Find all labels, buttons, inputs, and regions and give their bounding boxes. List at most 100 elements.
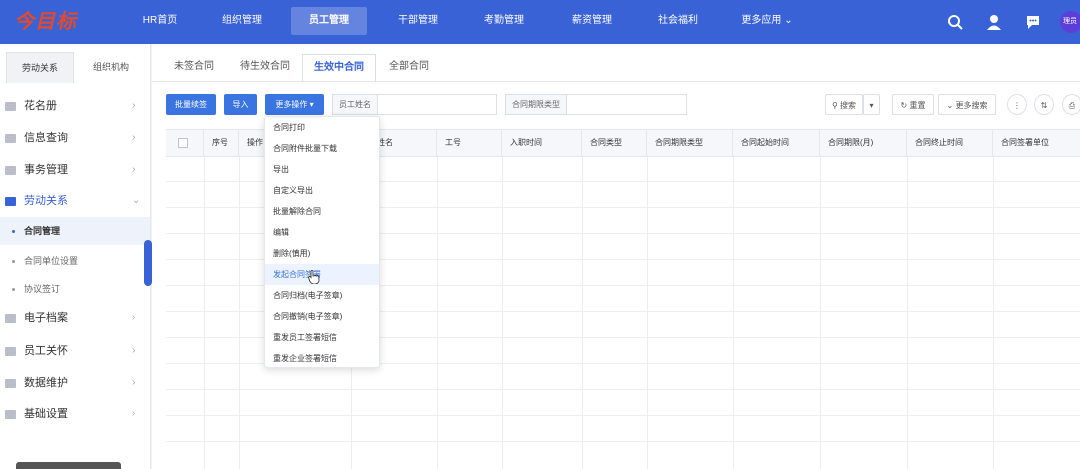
tab-unsigned-contracts[interactable]: 未签合同 bbox=[164, 54, 224, 80]
more-actions-menu: 合同打印 合同附件批量下载 导出 自定义导出 批量解除合同 编辑 删除(慎用) … bbox=[264, 116, 380, 368]
nav-org-management[interactable]: 组织管理 bbox=[210, 7, 274, 35]
column-header-hire-date: 入职时间 bbox=[502, 130, 582, 156]
batch-renew-button[interactable]: 批量续签 bbox=[166, 94, 216, 115]
more-search-button[interactable]: ⌄ 更多搜索 bbox=[938, 94, 996, 115]
tab-pending-contracts[interactable]: 待生效合同 bbox=[230, 54, 300, 80]
sidebar-subitem-contract-unit-settings[interactable]: 合同单位设置 bbox=[0, 247, 150, 275]
brand-logo[interactable]: 今目标 bbox=[14, 8, 88, 34]
import-button[interactable]: 导入 bbox=[224, 94, 257, 115]
info-query-icon bbox=[5, 134, 16, 143]
sidebar-collapse-handle[interactable] bbox=[144, 240, 152, 286]
sidebar-item-affairs[interactable]: 事务管理 › bbox=[0, 157, 150, 183]
contract-term-type-field[interactable]: 合同期限类型 bbox=[505, 94, 687, 115]
menu-item-batch-download-attachments[interactable]: 合同附件批量下载 bbox=[265, 138, 379, 159]
menu-item-resend-employee-sms[interactable]: 重发员工签署短信 bbox=[265, 327, 379, 348]
user-avatar[interactable]: 理员 bbox=[1060, 11, 1080, 33]
bullet-icon bbox=[12, 288, 15, 291]
menu-item-delete[interactable]: 删除(慎用) bbox=[265, 243, 379, 264]
chevron-right-icon: › bbox=[132, 377, 136, 388]
column-header-contract-start: 合同起始时间 bbox=[733, 130, 820, 156]
nav-more-apps[interactable]: 更多应用 ⌄ bbox=[734, 7, 800, 35]
menu-item-initiate-signing[interactable]: 发起合同签署 bbox=[265, 264, 379, 285]
hand-cursor-icon bbox=[308, 270, 320, 284]
affairs-icon bbox=[5, 166, 16, 175]
grid-line bbox=[907, 155, 908, 469]
grid-line bbox=[239, 155, 240, 469]
menu-item-resend-company-sms[interactable]: 重发企业签署短信 bbox=[265, 348, 379, 369]
sidebar-item-roster[interactable]: 花名册 › bbox=[0, 93, 150, 119]
sidebar-tab-org-structure[interactable]: 组织机构 bbox=[78, 52, 144, 82]
select-all-checkbox[interactable] bbox=[178, 138, 188, 148]
caret-down-icon: ▾ bbox=[869, 101, 874, 110]
search-button[interactable]: ⚲ 搜索 bbox=[825, 94, 863, 115]
nav-salary-management[interactable]: 薪资管理 bbox=[560, 7, 624, 35]
tab-all-contracts[interactable]: 全部合同 bbox=[378, 54, 440, 80]
nav-cadre-management[interactable]: 干部管理 bbox=[386, 7, 450, 35]
column-header-contract-term-months: 合同期限(月) bbox=[820, 130, 907, 156]
refresh-icon: ↻ bbox=[900, 101, 908, 110]
contract-term-type-label: 合同期限类型 bbox=[506, 95, 567, 114]
table-row bbox=[166, 389, 1080, 390]
nav-attendance-management[interactable]: 考勤管理 bbox=[472, 7, 536, 35]
user-icon[interactable] bbox=[985, 13, 1003, 31]
sidebar-item-basic-settings[interactable]: 基础设置 › bbox=[0, 401, 150, 427]
bullet-icon bbox=[12, 230, 15, 233]
menu-item-export[interactable]: 导出 bbox=[265, 159, 379, 180]
sidebar-subitem-contract-management[interactable]: 合同管理 bbox=[0, 217, 150, 245]
sidebar-item-label: 数据维护 bbox=[24, 377, 68, 389]
sidebar-item-label: 事务管理 bbox=[24, 164, 68, 176]
menu-item-custom-export[interactable]: 自定义导出 bbox=[265, 180, 379, 201]
column-header-contract-term-type: 合同期限类型 bbox=[647, 130, 733, 156]
column-header-employee-id: 工号 bbox=[437, 130, 502, 156]
e-archive-icon bbox=[5, 314, 16, 323]
menu-item-archive-e-seal[interactable]: 合同归档(电子签章) bbox=[265, 285, 379, 306]
chat-icon[interactable] bbox=[1024, 13, 1042, 31]
grid-line bbox=[733, 155, 734, 469]
chevron-right-icon: › bbox=[132, 132, 136, 143]
grid-view-icon[interactable]: ⋮ bbox=[1007, 94, 1027, 115]
print-icon[interactable]: ⎙ bbox=[1062, 94, 1080, 115]
sidebar-item-employee-care[interactable]: 员工关怀 › bbox=[0, 338, 150, 364]
nav-social-welfare[interactable]: 社会福利 bbox=[646, 7, 710, 35]
sidebar-scrollbar[interactable] bbox=[16, 462, 121, 469]
sidebar: 劳动关系 组织机构 花名册 › 信息查询 › 事务管理 › 劳动关系 ⌄ 合同管… bbox=[0, 44, 151, 469]
sidebar-subitem-label: 合同单位设置 bbox=[24, 256, 79, 266]
sidebar-tab-labor-relations[interactable]: 劳动关系 bbox=[6, 52, 74, 83]
column-header-contract-end: 合同终止时间 bbox=[907, 130, 993, 156]
more-actions-label: 更多操作 bbox=[275, 100, 308, 109]
tab-divider bbox=[152, 81, 1080, 82]
employee-name-label: 员工姓名 bbox=[333, 95, 378, 114]
menu-item-batch-terminate[interactable]: 批量解除合同 bbox=[265, 201, 379, 222]
table-row bbox=[166, 441, 1080, 442]
sidebar-item-label: 电子档案 bbox=[24, 312, 68, 324]
sidebar-item-labor-relations[interactable]: 劳动关系 ⌄ bbox=[0, 188, 150, 214]
reset-button[interactable]: ↻ 重置 bbox=[892, 94, 934, 115]
sidebar-item-e-archive[interactable]: 电子档案 › bbox=[0, 305, 150, 331]
menu-item-print-contract[interactable]: 合同打印 bbox=[265, 117, 379, 138]
chevron-right-icon: › bbox=[132, 164, 136, 175]
column-settings-icon[interactable]: ⇅ bbox=[1034, 94, 1054, 115]
top-navbar: 今目标 HR首页 组织管理 员工管理 干部管理 考勤管理 薪资管理 社会福利 更… bbox=[0, 0, 1080, 44]
grid-line bbox=[582, 155, 583, 469]
menu-item-edit[interactable]: 编辑 bbox=[265, 222, 379, 243]
labor-relations-icon bbox=[5, 197, 16, 206]
nav-employee-management[interactable]: 员工管理 bbox=[291, 7, 367, 35]
nav-hr-home[interactable]: HR首页 bbox=[128, 7, 192, 35]
search-icon[interactable] bbox=[946, 13, 964, 31]
sidebar-item-label: 劳动关系 bbox=[24, 195, 68, 207]
more-search-label: 更多搜索 bbox=[955, 101, 988, 110]
sidebar-item-info-query[interactable]: 信息查询 › bbox=[0, 125, 150, 151]
menu-item-revoke-e-seal[interactable]: 合同撤销(电子签章) bbox=[265, 306, 379, 327]
sidebar-item-label: 信息查询 bbox=[24, 132, 68, 144]
chevron-down-icon: ⌄ bbox=[132, 195, 141, 206]
tab-active-contracts[interactable]: 生效中合同 bbox=[302, 54, 376, 83]
caret-down-icon: ▾ bbox=[309, 100, 314, 109]
column-header-index: 序号 bbox=[204, 130, 239, 156]
select-all-cell bbox=[166, 130, 204, 156]
more-actions-button[interactable]: 更多操作 ▾ bbox=[265, 94, 324, 115]
employee-name-field[interactable]: 员工姓名 bbox=[332, 94, 497, 115]
employee-care-icon bbox=[5, 347, 16, 356]
search-options-dropdown[interactable]: ▾ bbox=[863, 94, 880, 115]
sidebar-item-data-maintenance[interactable]: 数据维护 › bbox=[0, 370, 150, 396]
sidebar-subitem-agreement-signing[interactable]: 协议签订 bbox=[0, 275, 150, 303]
